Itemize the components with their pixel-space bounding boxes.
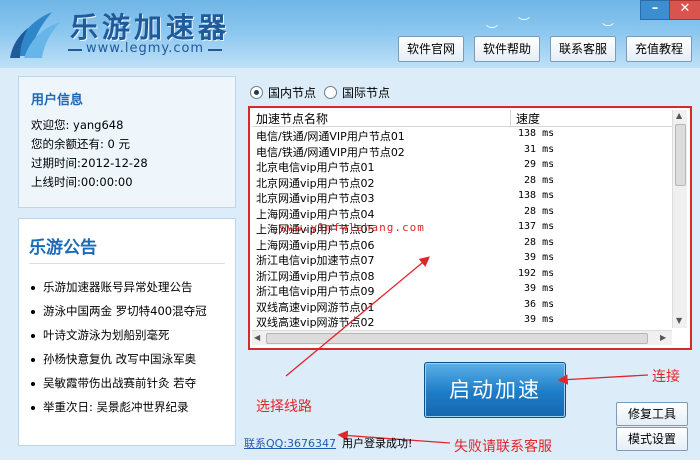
bullet-icon <box>31 333 35 338</box>
node-row[interactable]: 北京网通vip用户节点02 28 ms <box>252 175 672 191</box>
bird-icon: ︶ <box>518 16 531 30</box>
app-title: 乐游加速器 <box>70 11 231 44</box>
node-name: 北京网通vip用户节点03 <box>256 192 375 205</box>
node-row[interactable]: 浙江电信vip加速节点07 39 ms <box>252 252 672 268</box>
node-row[interactable]: 电信/铁通/网通VIP用户节点02 31 ms <box>252 144 672 160</box>
app-logo-icon <box>10 12 60 58</box>
node-list-body: 加速节点名称 速度 电信/铁通/网通VIP用户节点01 138 ms 电信/铁通/网… <box>252 110 672 328</box>
balance-text: 您的余额还有: 0 元 <box>31 137 131 151</box>
node-speed: 28 ms <box>518 174 555 186</box>
node-name: 上海网通vip用户节点06 <box>256 238 375 252</box>
node-row[interactable]: 双线高速vip网游节点02 39 ms <box>252 314 672 328</box>
repair-tool-button[interactable]: 修复工具 <box>616 402 688 426</box>
start-acceleration-button[interactable]: 启动加速 <box>424 362 566 418</box>
notice-item[interactable]: 举重次日: 吴景彪冲世界纪录 <box>31 399 189 415</box>
node-name: 北京电信vip用户节点01 <box>256 161 375 174</box>
notice-divider <box>29 263 225 264</box>
bird-icon: ︶ <box>602 22 615 36</box>
node-row[interactable]: 电信/铁通/网通VIP用户节点01 138 ms <box>252 128 672 144</box>
help-button[interactable]: 软件帮助 <box>474 36 540 62</box>
user-info-panel: 用户信息 欢迎您: yang648 您的余额还有: 0 元 过期时间:2012-… <box>18 76 236 208</box>
annotation-select-line: 选择线路 <box>256 399 312 415</box>
contact-qq-link[interactable]: 联系QQ:3676347 <box>244 435 336 451</box>
notice-item[interactable]: 游泳中国两金 罗切特400混夺冠 <box>31 303 207 319</box>
bullet-icon <box>31 309 35 314</box>
node-speed: 192 ms <box>518 267 555 279</box>
radio-selected-icon <box>250 86 263 99</box>
node-speed: 28 ms <box>518 205 555 217</box>
official-site-button[interactable]: 软件官网 <box>398 36 464 62</box>
node-name: 浙江网通vip用户节点08 <box>256 269 375 283</box>
customer-service-button[interactable]: 联系客服 <box>550 36 616 62</box>
node-speed: 137 ms <box>518 221 555 232</box>
node-speed: 29 ms <box>518 159 555 170</box>
vertical-scrollbar[interactable]: ▲ ▼ <box>672 110 687 328</box>
online-time-text: 上线时间:00:00:00 <box>31 175 133 189</box>
radio-unselected-icon <box>324 86 337 99</box>
welcome-text: 欢迎您: yang648 <box>31 118 124 132</box>
bullet-icon <box>31 405 35 410</box>
node-row[interactable]: 北京网通vip用户节点03 138 ms <box>252 190 672 206</box>
node-speed: 28 ms <box>518 236 555 248</box>
close-button[interactable]: ✕ <box>669 0 700 20</box>
node-name: 双线高速vip网游节点02 <box>256 316 375 328</box>
node-row[interactable]: 上海网通vip用户节点06 28 ms <box>252 237 672 253</box>
mode-settings-button[interactable]: 模式设置 <box>616 427 688 451</box>
scroll-down-icon[interactable]: ▼ <box>676 316 682 325</box>
notice-item[interactable]: 叶诗文游泳为划船别毫死 <box>31 327 170 343</box>
scroll-up-icon[interactable]: ▲ <box>676 111 682 120</box>
notice-item[interactable]: 孙杨快意复仇 改写中国泳军奥 <box>31 351 196 367</box>
node-speed: 36 ms <box>518 298 555 310</box>
app-url: www.legmy.com <box>67 41 223 56</box>
node-name: 北京网通vip用户节点02 <box>256 176 375 190</box>
domestic-node-radio[interactable]: 国内节点 <box>250 84 316 101</box>
node-row[interactable]: 浙江网通vip用户节点08 192 ms <box>252 268 672 284</box>
node-name: 浙江电信vip加速节点07 <box>256 254 375 267</box>
horizontal-scrollbar[interactable]: ◀ ▶ <box>252 330 672 345</box>
scroll-left-icon[interactable]: ◀ <box>254 333 260 342</box>
notice-item[interactable]: 乐游加速器账号异常处理公告 <box>31 279 193 295</box>
scroll-thumb[interactable] <box>675 124 686 186</box>
annotation-fail-contact: 失败请联系客服 <box>454 439 552 455</box>
scroll-right-icon[interactable]: ▶ <box>660 333 666 342</box>
minimize-button[interactable]: – <box>640 0 670 20</box>
expiry-text: 过期时间:2012-12-28 <box>31 156 148 170</box>
arrow-to-start <box>557 374 649 385</box>
notice-item[interactable]: 吴敏霞带伤出战赛前针灸 若夺 <box>31 375 196 391</box>
login-status-text: 用户登录成功! <box>342 437 413 450</box>
international-node-radio[interactable]: 国际节点 <box>324 84 390 101</box>
node-name: 浙江电信vip用户节点09 <box>256 285 375 298</box>
node-speed: 31 ms <box>518 143 555 155</box>
notice-title: 乐游公告 <box>29 238 97 258</box>
node-list-header: 加速节点名称 速度 <box>252 110 672 127</box>
node-name: 双线高速vip网游节点01 <box>256 300 375 314</box>
node-row[interactable]: 上海网通vip用户节点04 28 ms <box>252 206 672 222</box>
column-divider <box>510 110 511 126</box>
annotation-connect: 连接 <box>652 369 680 385</box>
node-name: 电信/铁通/网通VIP用户节点02 <box>256 145 405 159</box>
node-row[interactable]: 北京电信vip用户节点01 29 ms <box>252 159 672 175</box>
node-speed: 138 ms <box>518 128 555 139</box>
node-name: 上海网通vip用户节点04 <box>256 207 375 221</box>
user-info-title: 用户信息 <box>31 93 84 108</box>
bullet-icon <box>31 285 35 290</box>
notice-panel: 乐游公告 乐游加速器账号异常处理公告 游泳中国两金 罗切特400混夺冠 叶诗文游… <box>18 218 236 446</box>
column-header-name[interactable]: 加速节点名称 <box>256 110 328 127</box>
node-speed: 138 ms <box>518 190 555 201</box>
node-row[interactable]: 浙江电信vip用户节点09 39 ms <box>252 283 672 299</box>
recharge-tutorial-button[interactable]: 充值教程 <box>626 36 692 62</box>
bullet-icon <box>31 381 35 386</box>
node-speed: 39 ms <box>518 314 555 325</box>
title-bar: 乐游加速器 www.legmy.com ︶ ︶ ︶ – ✕ 软件官网 软件帮助 … <box>0 0 700 68</box>
watermark: www.ylmfwlehang.com <box>280 221 425 234</box>
node-row[interactable]: 双线高速vip网游节点01 36 ms <box>252 299 672 315</box>
scroll-thumb[interactable] <box>266 333 648 344</box>
node-speed: 39 ms <box>518 252 555 263</box>
node-speed: 39 ms <box>518 283 555 294</box>
column-header-speed[interactable]: 速度 <box>516 110 540 127</box>
node-name: 电信/铁通/网通VIP用户节点01 <box>256 130 405 143</box>
bullet-icon <box>31 357 35 362</box>
